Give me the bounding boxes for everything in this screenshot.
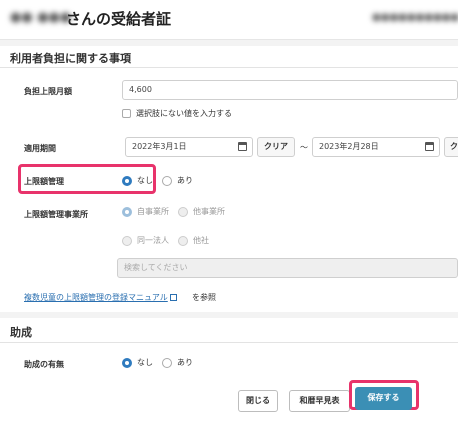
calendar-icon xyxy=(238,142,247,151)
limit-management-yes-label: あり xyxy=(177,176,193,185)
other-office-label: 他事業所 xyxy=(193,207,225,216)
period-label: 適用期間 xyxy=(24,144,56,153)
section-spacer xyxy=(0,40,458,46)
limit-management-none-radio[interactable] xyxy=(122,176,132,186)
calendar-icon xyxy=(425,142,434,151)
subsidy-yes-radio[interactable] xyxy=(162,358,172,368)
start-date-value: 2022年3月1日 xyxy=(132,142,187,151)
same-corp-label: 同一法人 xyxy=(137,236,169,245)
start-date-input[interactable]: 2022年3月1日 xyxy=(125,137,253,157)
other-office-radio[interactable] xyxy=(178,207,188,217)
header-name-blurred: ●● ●●● xyxy=(10,10,72,25)
section-spacer xyxy=(0,312,458,318)
end-date-value: 2023年2月28日 xyxy=(319,142,379,151)
date-range-separator: 〜 xyxy=(300,143,308,152)
limit-management-yes-radio[interactable] xyxy=(162,176,172,186)
section-title-subsidy: 助成 xyxy=(10,326,32,339)
unlisted-value-checkbox[interactable] xyxy=(122,109,131,118)
subsidy-yes-label: あり xyxy=(177,358,193,367)
section-title-user-burden: 利用者負担に関する事項 xyxy=(10,52,131,65)
subsidy-none-radio[interactable] xyxy=(122,358,132,368)
page-header: ●● ●●● さんの受給者証 ●●●●●●●●●● xyxy=(0,0,458,40)
limit-management-label: 上限額管理 xyxy=(24,177,64,186)
office-search-input[interactable]: 検索してください xyxy=(117,258,458,278)
end-date-input[interactable]: 2023年2月28日 xyxy=(312,137,440,157)
same-corp-radio[interactable] xyxy=(122,236,132,246)
header-info-blurred: ●●●●●●●●●● xyxy=(372,12,458,23)
limit-amount-label: 負担上限月額 xyxy=(24,87,72,96)
page-title: さんの受給者証 xyxy=(66,10,172,28)
divider xyxy=(0,342,458,343)
save-button[interactable]: 保存する xyxy=(355,387,412,410)
subsidy-presence-label: 助成の有無 xyxy=(24,360,64,369)
era-calendar-button[interactable]: 和暦早見表 xyxy=(289,390,350,412)
manual-link[interactable]: 複数児童の上限額管理の登録マニュアル xyxy=(24,292,179,303)
divider xyxy=(0,67,458,68)
clear-end-date-button[interactable]: ク xyxy=(444,137,458,157)
manual-link-text[interactable]: 複数児童の上限額管理の登録マニュアル xyxy=(24,293,168,302)
limit-amount-input[interactable]: 4,600 xyxy=(122,80,458,100)
close-button[interactable]: 閉じる xyxy=(238,390,278,412)
manual-link-suffix: を参照 xyxy=(192,293,216,302)
limit-management-none-label: なし xyxy=(137,176,153,185)
other-corp-radio[interactable] xyxy=(178,236,188,246)
management-office-label: 上限額管理事業所 xyxy=(24,210,88,219)
subsidy-none-label: なし xyxy=(137,358,153,367)
own-office-label: 自事業所 xyxy=(137,207,169,216)
external-link-icon xyxy=(169,294,177,301)
clear-start-date-button[interactable]: クリア xyxy=(257,137,295,157)
other-corp-label: 他社 xyxy=(193,236,209,245)
own-office-radio[interactable] xyxy=(122,207,132,217)
unlisted-value-label: 選択肢にない値を入力する xyxy=(136,109,232,118)
